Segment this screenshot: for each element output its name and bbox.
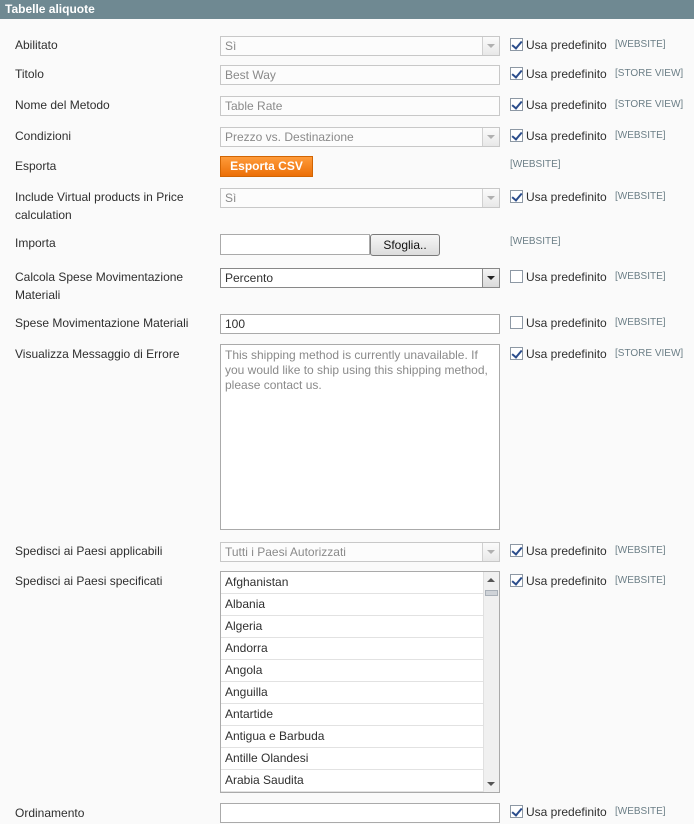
use-default-label: Usa predefinito bbox=[526, 544, 607, 558]
use-default-label: Usa predefinito bbox=[526, 316, 607, 330]
condizioni-select[interactable]: Prezzo vs. Destinazione bbox=[220, 127, 500, 147]
chevron-down-icon bbox=[482, 189, 499, 207]
scope-label: [WEBSITE] bbox=[615, 271, 666, 282]
label-condizioni: Condizioni bbox=[15, 129, 72, 143]
chevron-down-icon bbox=[482, 543, 499, 561]
handling-type-value: Percento bbox=[225, 271, 274, 285]
handling-fee-input[interactable]: 100 bbox=[220, 314, 500, 334]
condizioni-use-default-checkbox[interactable] bbox=[510, 129, 523, 142]
allowed-countries-use-default-checkbox[interactable] bbox=[510, 544, 523, 557]
list-item[interactable]: Albania bbox=[221, 594, 484, 616]
label-importa: Importa bbox=[15, 236, 56, 250]
allowed-countries-value: Tutti i Paesi Autorizzati bbox=[225, 545, 346, 559]
error-message-textarea[interactable]: This shipping method is currently unavai… bbox=[220, 344, 500, 530]
list-item[interactable]: Antigua e Barbuda bbox=[221, 726, 484, 748]
virtual-products-select[interactable]: Sì bbox=[220, 188, 500, 208]
scroll-thumb[interactable] bbox=[485, 590, 498, 596]
label-virtual-products: Include Virtual products in Price calcul… bbox=[15, 190, 184, 222]
label-ordinamento: Ordinamento bbox=[15, 806, 85, 820]
label-messaggio-errore: Visualizza Messaggio di Errore bbox=[15, 347, 180, 361]
label-nome-metodo: Nome del Metodo bbox=[15, 98, 110, 112]
nome-metodo-input[interactable]: Table Rate bbox=[220, 96, 500, 116]
sort-order-use-default-checkbox[interactable] bbox=[510, 805, 523, 818]
list-item[interactable]: Algeria bbox=[221, 616, 484, 638]
scope-label: [WEBSITE] bbox=[615, 130, 666, 141]
scope-label: [STORE VIEW] bbox=[615, 99, 684, 110]
scroll-down-icon[interactable] bbox=[487, 782, 495, 786]
list-item[interactable]: Arabia Saudita bbox=[221, 770, 484, 792]
label-paesi-specificati: Spedisci ai Paesi specificati bbox=[15, 574, 163, 588]
label-spese-movimentazione: Spese Movimentazione Materiali bbox=[15, 316, 189, 330]
specific-countries-listbox[interactable]: Afghanistan Albania Algeria Andorra Ango… bbox=[220, 571, 500, 793]
abilitato-select[interactable]: Sì bbox=[220, 36, 500, 56]
use-default-label: Usa predefinito bbox=[526, 805, 607, 819]
label-esporta: Esporta bbox=[15, 159, 57, 173]
list-item[interactable]: Antille Olandesi bbox=[221, 748, 484, 770]
abilitato-value: Sì bbox=[225, 39, 237, 53]
scope-label: [WEBSITE] bbox=[510, 236, 561, 247]
scope-label: [WEBSITE] bbox=[615, 806, 666, 817]
scope-label: [STORE VIEW] bbox=[615, 348, 684, 359]
use-default-label: Usa predefinito bbox=[526, 574, 607, 588]
scope-label: [WEBSITE] bbox=[615, 317, 666, 328]
label-calcola-spese: Calcola Spese Movimentazione Materiali bbox=[15, 270, 184, 302]
scope-label: [WEBSITE] bbox=[615, 575, 666, 586]
list-item[interactable]: Anguilla bbox=[221, 682, 484, 704]
scope-label: [WEBSITE] bbox=[615, 39, 666, 50]
use-default-label: Usa predefinito bbox=[526, 347, 607, 361]
use-default-label: Usa predefinito bbox=[526, 190, 607, 204]
use-default-label: Usa predefinito bbox=[526, 38, 607, 52]
scope-label: [WEBSITE] bbox=[615, 545, 666, 556]
handling-type-select[interactable]: Percento bbox=[220, 268, 500, 288]
section-header[interactable]: Tabelle aliquote bbox=[0, 0, 694, 19]
label-abilitato: Abilitato bbox=[15, 38, 58, 52]
use-default-label: Usa predefinito bbox=[526, 67, 607, 81]
listbox-scrollbar[interactable] bbox=[483, 572, 499, 792]
condizioni-value: Prezzo vs. Destinazione bbox=[225, 130, 354, 144]
export-csv-button[interactable]: Esporta CSV bbox=[220, 156, 313, 177]
scope-label: [WEBSITE] bbox=[615, 191, 666, 202]
use-default-label: Usa predefinito bbox=[526, 129, 607, 143]
specific-countries-use-default-checkbox[interactable] bbox=[510, 574, 523, 587]
country-list: Afghanistan Albania Algeria Andorra Ango… bbox=[221, 572, 484, 792]
list-item[interactable]: Andorra bbox=[221, 638, 484, 660]
titolo-use-default-checkbox[interactable] bbox=[510, 67, 523, 80]
list-item[interactable]: Afghanistan bbox=[221, 572, 484, 594]
scope-label: [WEBSITE] bbox=[510, 159, 561, 170]
browse-button[interactable]: Sfoglia.. bbox=[370, 234, 440, 256]
virtual-products-use-default-checkbox[interactable] bbox=[510, 190, 523, 203]
handling-fee-use-default-checkbox[interactable] bbox=[510, 316, 523, 329]
scope-label: [STORE VIEW] bbox=[615, 68, 684, 79]
list-item[interactable]: Angola bbox=[221, 660, 484, 682]
abilitato-use-default-checkbox[interactable] bbox=[510, 38, 523, 51]
virtual-products-value: Sì bbox=[225, 191, 237, 205]
scroll-up-icon[interactable] bbox=[487, 578, 495, 582]
allowed-countries-select[interactable]: Tutti i Paesi Autorizzati bbox=[220, 542, 500, 562]
chevron-down-icon bbox=[482, 128, 499, 146]
nome-metodo-use-default-checkbox[interactable] bbox=[510, 98, 523, 111]
label-titolo: Titolo bbox=[15, 67, 44, 81]
chevron-down-icon bbox=[482, 269, 499, 287]
use-default-label: Usa predefinito bbox=[526, 270, 607, 284]
use-default-label: Usa predefinito bbox=[526, 98, 607, 112]
label-paesi-applicabili: Spedisci ai Paesi applicabili bbox=[15, 544, 163, 558]
sort-order-input[interactable] bbox=[220, 803, 500, 823]
import-file-input[interactable] bbox=[220, 234, 370, 255]
error-message-use-default-checkbox[interactable] bbox=[510, 347, 523, 360]
handling-type-use-default-checkbox[interactable] bbox=[510, 270, 523, 283]
titolo-input[interactable]: Best Way bbox=[220, 65, 500, 85]
chevron-down-icon bbox=[482, 37, 499, 55]
list-item[interactable]: Antartide bbox=[221, 704, 484, 726]
